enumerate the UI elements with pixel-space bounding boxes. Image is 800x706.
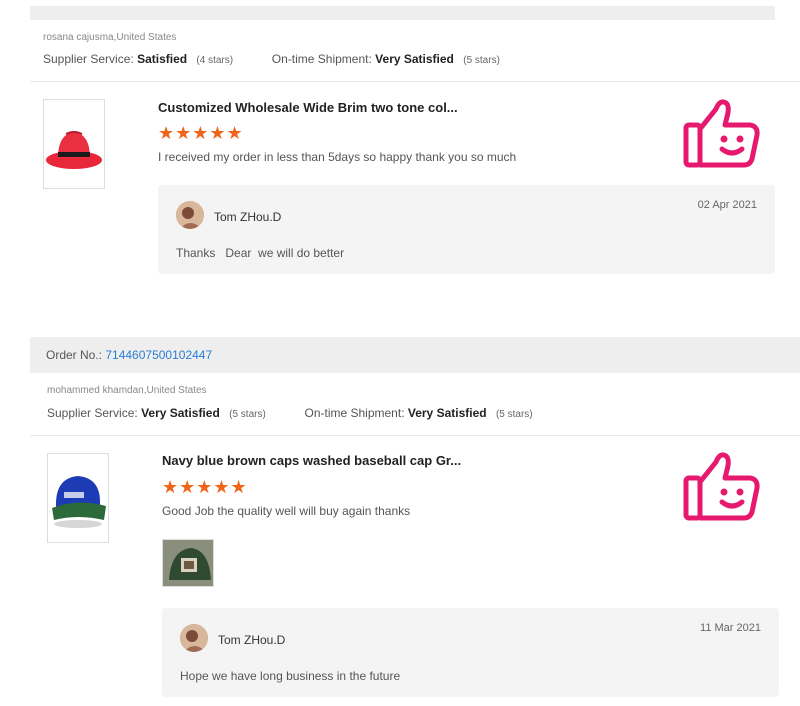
cap-photo-image	[163, 540, 213, 586]
reply-author: Tom ZHou.D	[218, 633, 286, 647]
rating-summary: Supplier Service: Satisfied (4 stars) On…	[43, 52, 500, 66]
supplier-service-value: Satisfied	[137, 52, 188, 66]
supplier-service-value: Very Satisfied	[141, 406, 220, 420]
shipment-label: On-time Shipment:	[271, 52, 372, 66]
order-bar: Order No.: 7144607500102447	[30, 337, 800, 373]
star-rating: ★★★★★	[158, 123, 244, 143]
red-fedora-hat-image	[46, 131, 102, 169]
reply-message: Hope we have long business in the future	[180, 669, 401, 683]
order-bar-previous	[30, 6, 775, 20]
reply-date: 02 Apr 2021	[697, 199, 757, 211]
seller-reply: Tom ZHou.D 02 Apr 2021 Thanks Dear we wi…	[158, 185, 775, 274]
divider	[30, 435, 800, 436]
supplier-service-stars: (5 stars)	[229, 409, 266, 420]
star-rating: ★★★★★	[162, 477, 248, 497]
reply-message: Thanks Dear we will do better	[176, 246, 345, 260]
blue-green-cap-image	[52, 476, 106, 528]
review-comment: Good Job the quality well will buy again…	[162, 504, 411, 518]
product-thumbnail[interactable]	[43, 99, 105, 189]
thumbs-up-smile-icon	[683, 452, 760, 521]
shipment-stars: (5 stars)	[463, 55, 500, 66]
reply-date: 11 Mar 2021	[700, 622, 761, 634]
supplier-service-label: Supplier Service:	[43, 52, 134, 66]
buyer-name: rosana cajusma,United States	[43, 32, 177, 43]
seller-reply: Tom ZHou.D 11 Mar 2021 Hope we have long…	[162, 608, 779, 697]
avatar	[176, 201, 204, 229]
product-title[interactable]: Customized Wholesale Wide Brim two tone …	[158, 100, 458, 115]
supplier-service-stars: (4 stars)	[196, 55, 234, 66]
divider	[30, 81, 800, 82]
shipment-value: Very Satisfied	[407, 406, 487, 420]
review-photo[interactable]	[162, 539, 214, 587]
supplier-service-label: Supplier Service:	[47, 406, 138, 420]
review-comment: I received my order in less than 5days s…	[158, 150, 517, 164]
buyer-name: mohammed khamdan,United States	[47, 385, 207, 396]
product-thumbnail[interactable]	[47, 453, 109, 543]
order-label: Order No.:	[46, 348, 103, 362]
product-title[interactable]: Navy blue brown caps washed baseball cap…	[162, 453, 461, 468]
shipment-label: On-time Shipment:	[304, 406, 405, 420]
avatar	[180, 624, 208, 652]
reply-author: Tom ZHou.D	[214, 210, 282, 224]
thumbs-up-smile-icon	[683, 99, 760, 168]
shipment-stars: (5 stars)	[495, 409, 533, 420]
order-number-link[interactable]: 7144607500102447	[105, 348, 212, 362]
rating-summary: Supplier Service: Very Satisfied (5 star…	[47, 406, 533, 420]
shipment-value: Very Satisfied	[375, 52, 454, 66]
